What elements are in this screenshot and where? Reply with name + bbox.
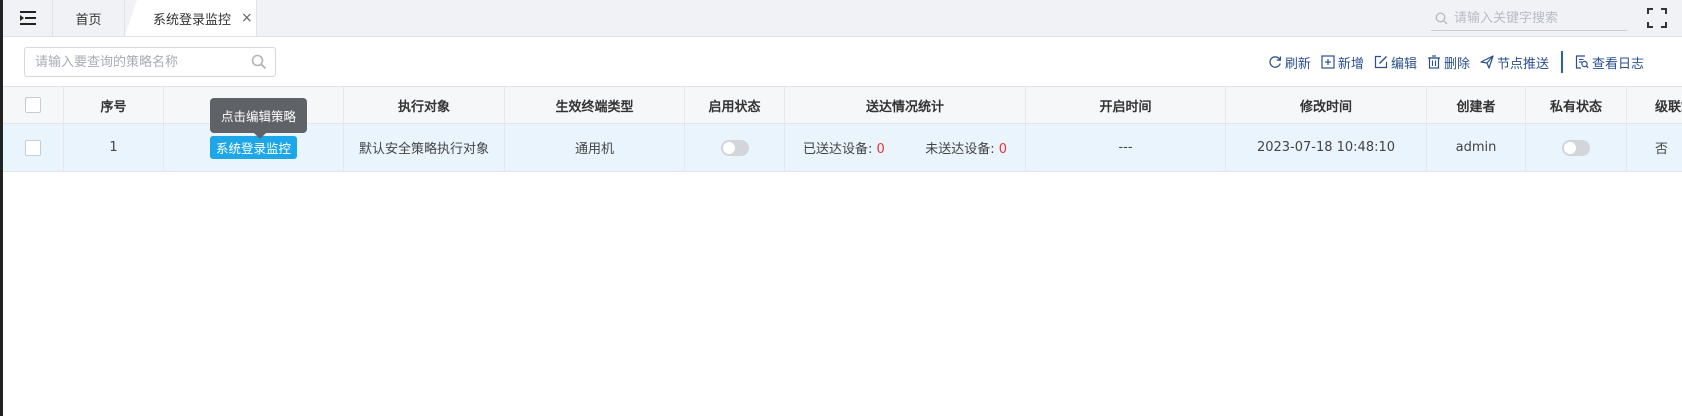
delete-label: 删除 [1443,56,1470,72]
close-icon[interactable]: × [241,11,253,25]
header-terminal-type: 生效终端类型 [505,87,685,123]
row-select [3,124,64,171]
add-button[interactable]: 新增 [1321,53,1364,72]
row-start-time: --- [1026,124,1226,171]
header-private: 私有状态 [1526,87,1627,123]
add-label: 新增 [1337,56,1364,72]
header-start-time: 开启时间 [1026,87,1226,123]
refresh-button[interactable]: 刷新 [1268,53,1311,72]
node-push-button[interactable]: 节点推送 [1480,53,1549,72]
header-target: 执行对象 [344,87,505,123]
header-delivery: 送达情况统计 [785,87,1026,123]
undelivered-label: 未送达设备: [925,142,995,157]
undelivered-count[interactable]: 0 [999,142,1007,157]
row-modified-time: 2023-07-18 10:48:10 [1226,124,1427,171]
search-icon [1435,12,1448,25]
fullscreen-icon [1647,8,1667,28]
global-search [1431,7,1627,31]
enabled-toggle[interactable] [720,139,749,156]
header-enabled: 启用状态 [685,87,785,123]
row-checkbox[interactable] [25,139,41,156]
undelivered-stat: 未送达设备: 0 [925,138,1007,157]
delivered-label: 已送达设备: [803,142,873,157]
row-delivery: 已送达设备: 0 未送达设备: 0 [785,124,1026,171]
plus-square-icon [1321,55,1335,69]
edit-icon [1374,55,1388,69]
delivered-count[interactable]: 0 [877,142,885,157]
action-group: 刷新 新增 编辑 删除 节点推送 查看日志 [1258,37,1644,87]
row-terminal-type: 通用机 [505,124,685,171]
toolbar: 刷新 新增 编辑 [3,37,1682,87]
header-index: 序号 [64,87,164,123]
view-log-button[interactable]: 查看日志 [1575,53,1644,72]
menu-toggle-button[interactable] [3,0,53,36]
header-select-all [3,87,64,123]
tab-system-login-monitor[interactable]: 系统登录监控 × [125,0,257,36]
toolbar-divider [1560,51,1563,73]
edit-label: 编辑 [1390,56,1417,72]
trash-icon [1427,55,1440,69]
row-target: 默认安全策略执行对象 [344,124,505,171]
global-search-input[interactable] [1454,11,1624,26]
tab-bar: 首页 系统登录监控 × [3,0,1682,37]
tab-home[interactable]: 首页 [53,0,125,36]
fullscreen-button[interactable] [1647,8,1667,28]
send-icon [1480,55,1494,69]
node-push-label: 节点推送 [1496,56,1549,72]
header-cascade: 级联策 [1655,99,1682,115]
refresh-icon [1269,56,1282,68]
row-enabled-cell [685,124,785,171]
menu-fold-icon [19,11,36,25]
row-private-cell [1526,124,1627,171]
delivered-stat: 已送达设备: 0 [803,138,885,157]
select-all-checkbox[interactable] [25,97,41,113]
header-creator: 创建者 [1427,87,1526,123]
search-icon [251,54,267,70]
log-icon [1575,55,1589,69]
row-index: 1 [64,124,164,171]
page: 首页 系统登录监控 × 请输入关键字搜索 请输入要查询的策略名称 刷新 新增 编… [0,0,1682,416]
refresh-label: 刷新 [1284,56,1311,72]
delete-button[interactable]: 删除 [1427,53,1470,72]
search-button[interactable] [251,54,267,74]
tab-label: 系统登录监控 [153,12,232,28]
edit-button[interactable]: 编辑 [1374,53,1417,72]
edit-strategy-tooltip: 点击编辑策略 [210,98,308,139]
row-creator: admin [1427,124,1526,171]
header-modified-time: 修改时间 [1226,87,1427,123]
strategy-name-link[interactable]: 系统登录监控 [209,136,297,159]
private-toggle[interactable] [1562,139,1590,156]
strategy-search-input[interactable] [35,54,235,70]
row-cascade: 否 [1655,142,1669,157]
view-log-label: 查看日志 [1591,56,1644,72]
strategy-search [24,47,276,77]
